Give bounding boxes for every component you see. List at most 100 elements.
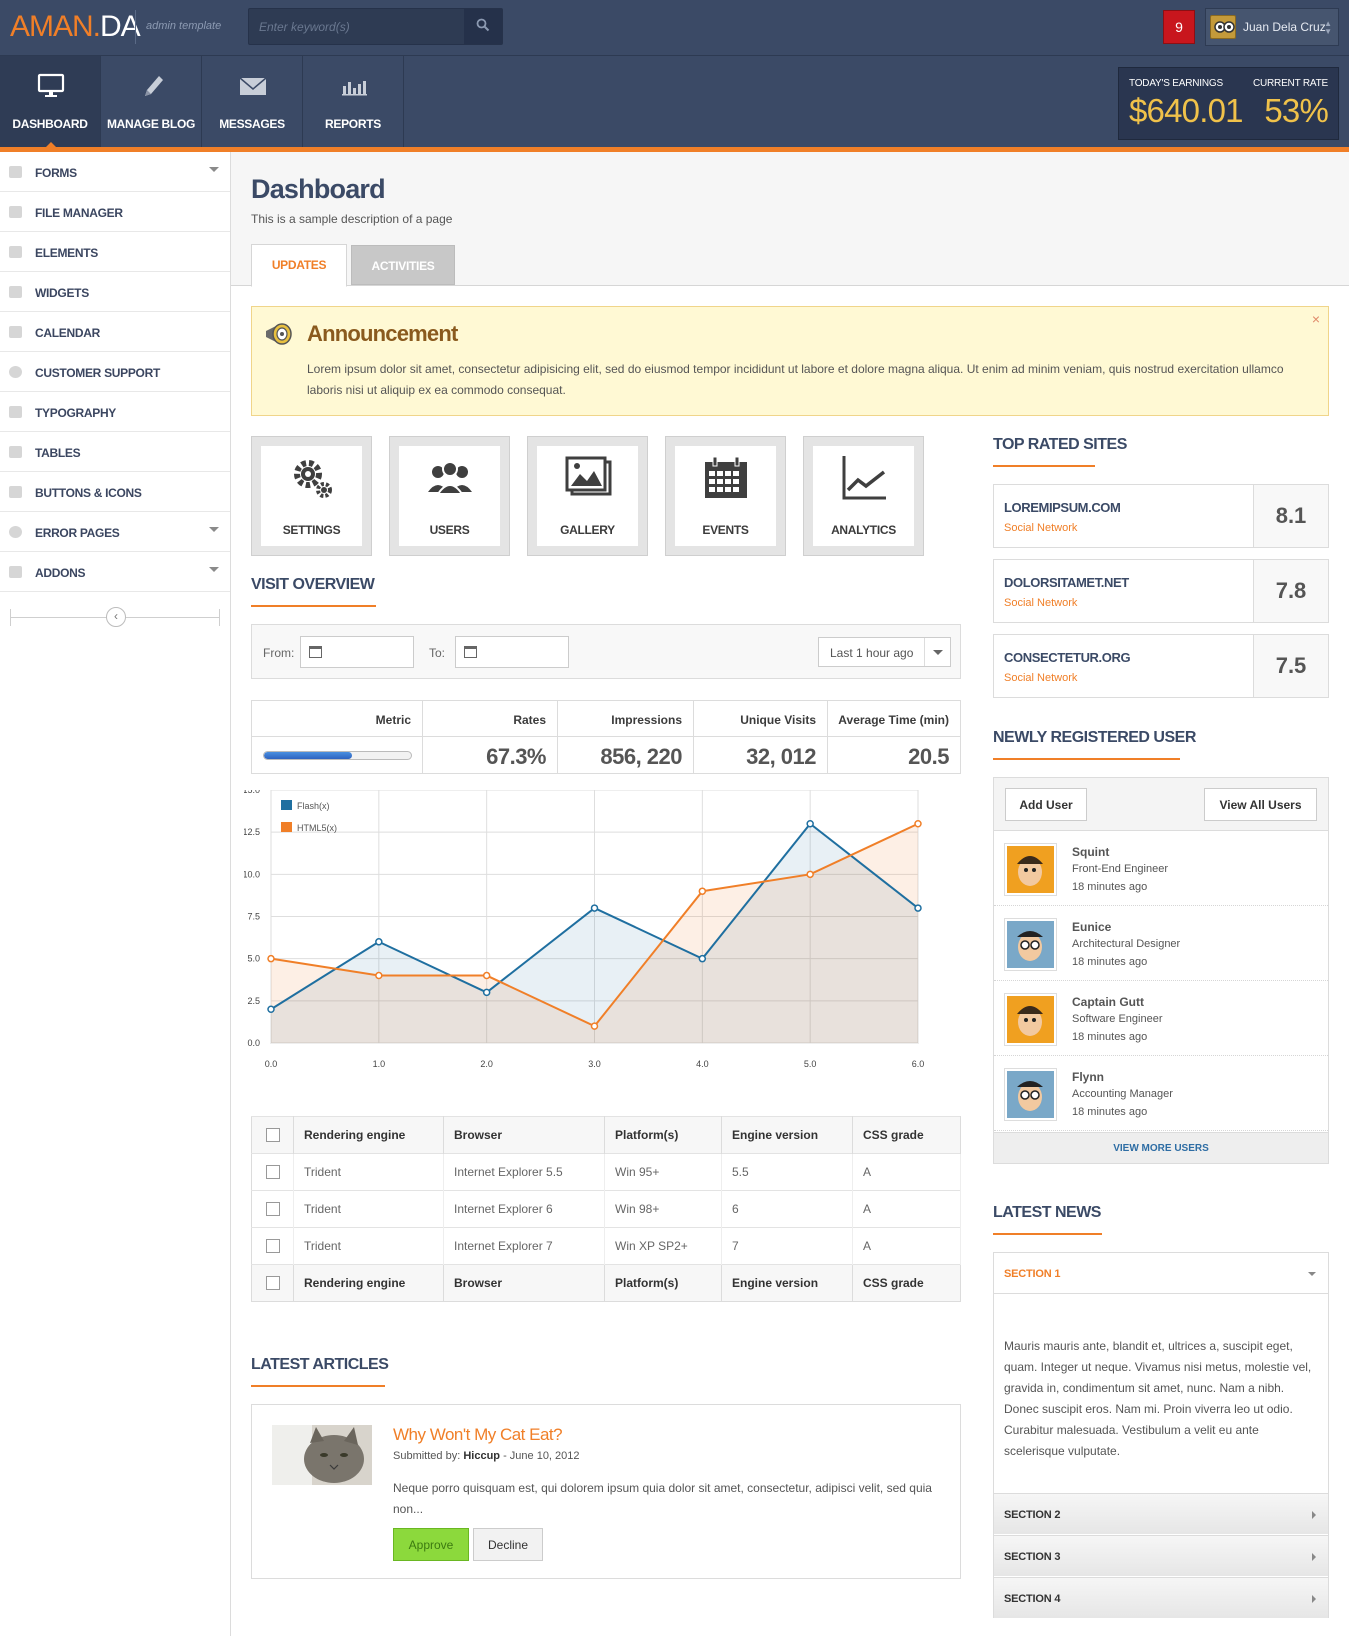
accordion-section-1[interactable]: SECTION 1 [994,1253,1328,1294]
sidebar-item-label: TABLES [35,446,81,460]
time-range-value: Last 1 hour ago [830,646,914,660]
add-user-button[interactable]: Add User [1005,788,1087,821]
tab-activities[interactable]: ACTIVITIES [351,245,455,285]
accordion-content: Mauris mauris ante, blandit et, ultrices… [1004,1339,1312,1458]
sidebar-collapse-button[interactable]: ‹ [106,607,126,627]
updown-icon: ▲ ▼ [1324,19,1332,36]
column-header[interactable]: Browser [443,1116,605,1154]
accordion-section-4[interactable]: SECTION 4 [994,1577,1328,1618]
nav-reports[interactable]: REPORTS [303,56,404,147]
avatar [1004,1068,1057,1121]
top-rated-site[interactable]: DOLORSITAMET.NET Social Network 7.8 [993,559,1329,623]
shortcut-analytics[interactable]: ANALYTICS [803,436,924,556]
search-input[interactable] [249,9,464,44]
view-more-users-link[interactable]: VIEW MORE USERS [994,1132,1328,1163]
logo-text-b: DA [100,10,141,43]
chevron-down-icon [1308,1272,1316,1276]
site-score-cell: 8.1 [1253,485,1328,547]
pencil-icon [145,76,163,96]
shortcut-gallery[interactable]: GALLERY [527,436,648,556]
search-button[interactable] [464,9,502,44]
progress-fill [264,752,353,759]
site-name: DOLORSITAMET.NET [1004,575,1129,590]
cat-thumbnail-icon[interactable] [272,1425,372,1485]
shortcut-events[interactable]: EVENTS [665,436,786,556]
shortcut-users[interactable]: USERS [389,436,510,556]
from-date-input[interactable] [300,636,414,668]
select-all-checkbox[interactable] [251,1264,294,1302]
chevron-down-icon [209,527,219,532]
nav-label: MANAGE BLOG [106,117,196,131]
chart-point [806,870,814,879]
article-date: - June 10, 2012 [500,1450,580,1462]
accordion-section-2[interactable]: SECTION 2 [994,1493,1328,1534]
row-checkbox[interactable] [251,1153,294,1191]
column-header[interactable]: Engine version [721,1116,853,1154]
column-footer: CSS grade [852,1264,961,1302]
sidebar-item-error-pages[interactable]: ERROR PAGES [0,512,230,552]
article-title[interactable]: Why Won't My Cat Eat? [393,1425,563,1445]
logo-divider [135,10,136,44]
list-item[interactable]: Eunice Architectural Designer 18 minutes… [994,906,1328,981]
accordion-section-3[interactable]: SECTION 3 [994,1535,1328,1576]
sidebar-item-calendar[interactable]: CALENDAR [0,312,230,352]
data-table: Rendering engine Browser Platform(s) Eng… [251,1116,961,1302]
user-menu[interactable]: Juan Dela Cruz ▲ ▼ [1205,8,1339,46]
avatar [1210,15,1236,39]
new-users-heading: NEWLY REGISTERED USER [993,729,1196,760]
select-all-checkbox[interactable] [251,1116,294,1154]
submitted-label: Submitted by: [393,1450,461,1462]
chevron-down-icon [924,638,950,666]
top-rated-site[interactable]: CONSECTETUR.ORG Social Network 7.5 [993,634,1329,698]
table-cell: A [852,1227,961,1265]
approve-button[interactable]: Approve [393,1528,469,1561]
list-item[interactable]: Captain Gutt Software Engineer 18 minute… [994,981,1328,1056]
column-header[interactable]: CSS grade [852,1116,961,1154]
folder-icon [9,206,22,218]
sidebar-item-label: ADDONS [35,566,86,580]
column-header[interactable]: Rendering engine [293,1116,444,1154]
list-item[interactable]: Flynn Accounting Manager 18 minutes ago [994,1056,1328,1131]
shortcut-settings[interactable]: SETTINGS [251,436,372,556]
to-date-input[interactable] [455,636,569,668]
sidebar-item-widgets[interactable]: WIDGETS [0,272,230,312]
chart-x-tick-label: 4.0 [696,1059,709,1069]
tab-updates[interactable]: UPDATES [251,244,347,287]
top-rated-site[interactable]: LOREMIPSUM.COM Social Network 8.1 [993,484,1329,548]
decline-button[interactable]: Decline [473,1528,543,1561]
column-header[interactable]: Platform(s) [604,1116,722,1154]
metric-header: Average Time (min) [838,713,949,727]
nav-messages[interactable]: MESSAGES [202,56,303,147]
sidebar-item-customer-support[interactable]: CUSTOMER SUPPORT [0,352,230,392]
nav-manage-blog[interactable]: MANAGE BLOG [101,56,202,147]
view-all-users-button[interactable]: View All Users [1204,788,1317,821]
accordion-label: SECTION 3 [1004,1551,1061,1563]
monitor-icon [37,73,65,97]
metric-cell-unique-visits: Unique Visits 32, 012 [694,701,828,773]
sidebar-item-forms[interactable]: FORMS [0,152,230,192]
time-range-select[interactable]: Last 1 hour ago [818,637,951,667]
metric-value: 856, 220 [600,744,682,769]
sidebar-item-elements[interactable]: ELEMENTS [0,232,230,272]
chart-y-tick-label: 0.0 [247,1038,260,1048]
visit-chart: 0.0 1.0 2.0 3.0 4.0 5.0 6.0 0.0 2.5 5.0 7.5 10.0 12.… [244,790,924,1069]
row-checkbox[interactable] [251,1190,294,1228]
logo[interactable]: AMAN.DA [10,10,141,44]
sidebar-item-tables[interactable]: TABLES [0,432,230,472]
table-cell: Trident [293,1190,444,1228]
sidebar-item-addons[interactable]: ADDONS [0,552,230,592]
sidebar-item-buttons-icons[interactable]: BUTTONS & ICONS [0,472,230,512]
notification-badge[interactable]: 9 [1163,10,1195,44]
sidebar-item-typography[interactable]: TYPOGRAPHY [0,392,230,432]
row-checkbox[interactable] [251,1227,294,1265]
sidebar-item-label: CALENDAR [35,326,100,340]
list-item[interactable]: Squint Front-End Engineer 18 minutes ago [994,831,1328,906]
close-icon[interactable]: × [1312,311,1320,327]
table-row: Trident Internet Explorer 6 Win 98+ 6 A [251,1190,961,1228]
chart-point [698,954,707,963]
sidebar-item-file-manager[interactable]: FILE MANAGER [0,192,230,232]
shortcut-label: USERS [429,523,470,537]
metric-header: Metric [375,713,411,727]
chart-y-tick-label: 5.0 [247,954,260,964]
nav-dashboard[interactable]: DASHBOARD [0,56,101,148]
